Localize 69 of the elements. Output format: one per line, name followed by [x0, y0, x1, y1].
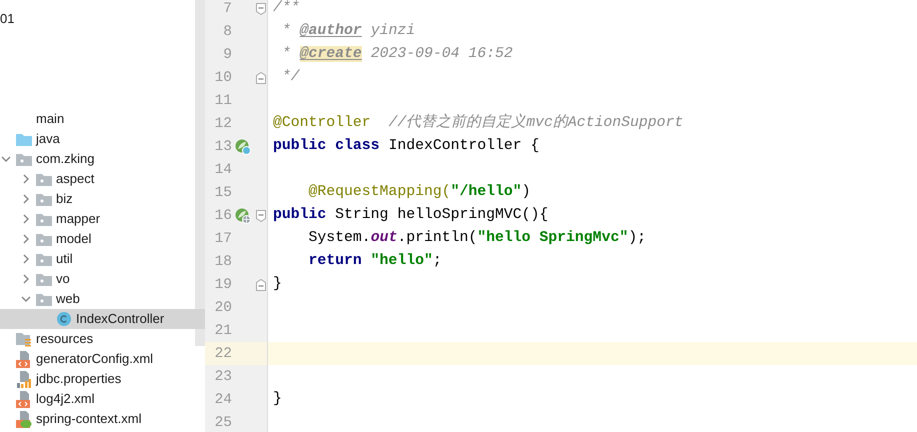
code-line: */ [280, 68, 301, 87]
line-number: 13 [214, 138, 232, 154]
tree-item[interactable]: mapper [0, 209, 205, 229]
line-number: 15 [214, 184, 232, 200]
fold-marker-icon[interactable] [256, 210, 266, 222]
class-icon [57, 312, 71, 326]
fold-marker-icon[interactable] [256, 278, 266, 290]
tree-item[interactable]: jdbc.properties [0, 369, 205, 389]
line-number: 17 [214, 230, 232, 246]
code-line: public String helloSpringMVC(){ [272, 206, 550, 225]
code-line: @Controller //代替之前的自定义mvc的ActionSupport [272, 112, 684, 133]
line-number: 22 [214, 346, 232, 362]
line-number: 19 [214, 276, 232, 292]
package-icon [36, 212, 52, 226]
tree-item[interactable]: log4j2.xml [0, 389, 205, 409]
tree-item[interactable]: aspect [0, 169, 205, 189]
resources-folder-icon [16, 331, 32, 347]
xml-file-icon [16, 350, 32, 368]
tree-item[interactable]: main [0, 109, 205, 129]
package-icon [36, 172, 52, 186]
tree-item[interactable]: 01 [0, 11, 14, 26]
line-number: 14 [214, 162, 232, 178]
scrollbar-thumb[interactable] [195, 0, 205, 346]
properties-file-icon [16, 370, 32, 388]
line-number: 16 [214, 208, 232, 224]
tree-item[interactable]: resources [0, 329, 205, 349]
package-icon [36, 252, 52, 266]
tree-item[interactable]: web [0, 289, 205, 309]
line-number: 23 [214, 368, 232, 384]
spring-file-icon [16, 410, 32, 428]
tree-item[interactable]: spring-context.xml [0, 409, 205, 429]
tree-item[interactable]: model [0, 229, 205, 249]
package-icon [36, 232, 52, 246]
code-line: System.out.println("hello SpringMvc"); [308, 229, 647, 248]
xml-file-icon [16, 390, 32, 408]
package-icon [16, 152, 32, 166]
tree-item[interactable]: util [0, 249, 205, 269]
bean-class-icon[interactable] [235, 138, 251, 154]
line-number: 11 [214, 92, 232, 108]
bean-web-icon[interactable] [235, 208, 251, 224]
fold-marker-icon[interactable] [256, 2, 266, 14]
code-line: } [272, 390, 283, 409]
package-icon [36, 292, 52, 306]
package-icon [36, 192, 52, 206]
line-number: 24 [214, 392, 232, 408]
line-number: 10 [214, 70, 232, 86]
tree-item[interactable]: vo [0, 269, 205, 289]
line-number: 25 [214, 414, 232, 430]
code-line: * @author yinzi [280, 22, 416, 41]
line-number: 12 [214, 116, 232, 132]
fold-marker-icon[interactable] [256, 72, 266, 84]
line-number: 21 [214, 322, 232, 338]
tree-item[interactable]: java [0, 129, 205, 149]
line-number: 7 [222, 0, 232, 16]
code-line: } [272, 275, 283, 294]
folder-icon [16, 132, 32, 146]
code-line: /** [272, 0, 301, 18]
tree-item[interactable]: biz [0, 189, 205, 209]
code-line: return "hello"; [308, 252, 443, 271]
line-number: 20 [214, 300, 232, 316]
line-number: 8 [222, 24, 232, 40]
line-number: 9 [222, 46, 232, 62]
line-number: 18 [214, 254, 232, 270]
tree-item[interactable]: generatorConfig.xml [0, 349, 205, 369]
selected-tree-row[interactable]: IndexController [0, 309, 205, 329]
code-line: @RequestMapping("/hello") [308, 183, 532, 202]
tree-item[interactable]: com.zking [0, 149, 205, 169]
code-line: public class IndexController { [272, 137, 540, 156]
package-icon [36, 272, 52, 286]
